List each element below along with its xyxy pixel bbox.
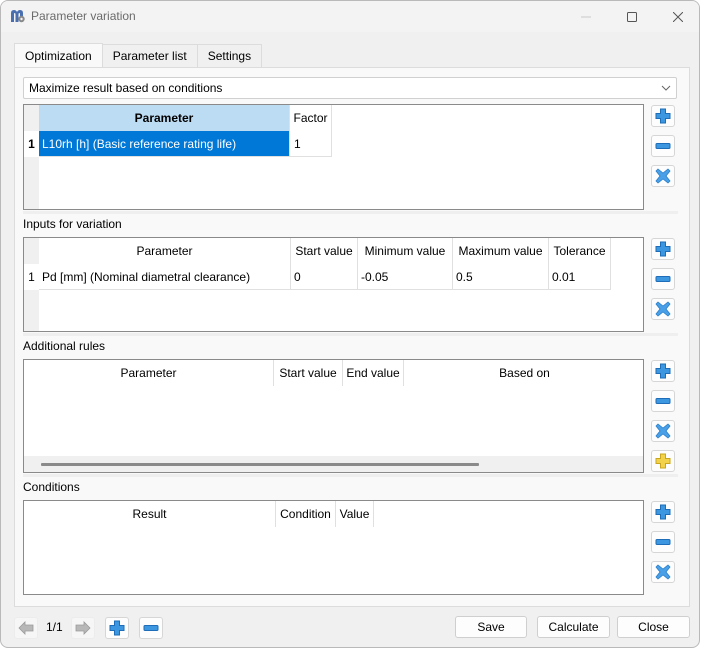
- conditions-table[interactable]: Result Condition Value: [23, 500, 644, 595]
- conditions-section-label: Conditions: [23, 480, 80, 494]
- remove-page-button[interactable]: [139, 617, 163, 639]
- previous-page-button[interactable]: [14, 617, 38, 639]
- column-header-parameter[interactable]: Parameter: [39, 238, 291, 264]
- table-cell-maximum-value[interactable]: 0.5: [453, 264, 549, 290]
- table-cell-start-value[interactable]: 0: [291, 264, 358, 290]
- tab-bar: Optimization Parameter list Settings: [14, 43, 263, 68]
- minus-icon: [655, 276, 671, 282]
- add-result-button[interactable]: [651, 105, 675, 127]
- x-icon: [655, 564, 671, 580]
- yellow-plus-icon: [655, 453, 671, 469]
- results-table[interactable]: Parameter Factor 1 L10rh [h] (Basic refe…: [23, 104, 644, 210]
- add-input-button[interactable]: [651, 238, 675, 260]
- tab-optimization[interactable]: Optimization: [14, 43, 103, 68]
- column-header-factor[interactable]: Factor: [290, 105, 332, 131]
- column-header-start-value[interactable]: Start value: [291, 238, 358, 264]
- row-header-strip: [24, 105, 39, 209]
- column-header-tolerance[interactable]: Tolerance: [549, 238, 611, 264]
- column-header-based-on[interactable]: Based on: [404, 360, 643, 386]
- mode-select-value: Maximize result based on conditions: [29, 81, 223, 95]
- inputs-section-label: Inputs for variation: [23, 217, 122, 231]
- plus-icon: [655, 504, 671, 520]
- tab-parameter-list[interactable]: Parameter list: [101, 44, 198, 67]
- minus-icon: [655, 143, 671, 149]
- row-number[interactable]: 1: [24, 264, 39, 290]
- arrow-right-icon: [75, 621, 91, 635]
- table-cell-parameter[interactable]: Pd [mm] (Nominal diametral clearance): [39, 264, 291, 290]
- column-header-parameter[interactable]: Parameter: [39, 105, 290, 131]
- save-button[interactable]: Save: [455, 616, 527, 638]
- row-number[interactable]: 1: [24, 131, 39, 157]
- minimize-button[interactable]: [563, 1, 609, 32]
- add-condition-button[interactable]: [651, 501, 675, 523]
- column-header-value[interactable]: Value: [336, 501, 374, 527]
- separator: [23, 211, 678, 214]
- remove-condition-button[interactable]: [651, 531, 675, 553]
- close-button[interactable]: Close: [617, 616, 690, 638]
- x-icon: [655, 168, 671, 184]
- chevron-down-icon: [661, 85, 671, 91]
- remove-rule-button[interactable]: [651, 390, 675, 412]
- title-bar[interactable]: Parameter variation: [1, 1, 699, 32]
- close-window-button[interactable]: [655, 1, 699, 32]
- x-icon: [655, 301, 671, 317]
- plus-icon: [655, 363, 671, 379]
- column-header-end-value[interactable]: End value: [343, 360, 404, 386]
- arrow-left-icon: [18, 621, 34, 635]
- add-page-button[interactable]: [105, 617, 129, 639]
- minus-icon: [655, 398, 671, 404]
- inputs-table[interactable]: Parameter Start value Minimum value Maxi…: [23, 237, 644, 332]
- column-header-result[interactable]: Result: [24, 501, 276, 527]
- minus-icon: [655, 539, 671, 545]
- tab-settings[interactable]: Settings: [196, 44, 263, 67]
- horizontal-scrollbar[interactable]: [24, 456, 643, 472]
- rules-section-label: Additional rules: [23, 339, 106, 353]
- plus-icon: [655, 108, 671, 124]
- window-title: Parameter variation: [31, 9, 136, 23]
- calculate-button[interactable]: Calculate: [537, 616, 610, 638]
- separator: [23, 474, 678, 477]
- close-icon: [673, 11, 683, 22]
- mode-select[interactable]: Maximize result based on conditions: [23, 77, 677, 99]
- table-cell-tolerance[interactable]: 0.01: [549, 264, 611, 290]
- table-cell-parameter[interactable]: L10rh [h] (Basic reference rating life): [39, 131, 290, 157]
- minus-icon: [143, 625, 159, 631]
- maximize-icon: [627, 11, 637, 22]
- next-page-button[interactable]: [71, 617, 95, 639]
- clear-conditions-button[interactable]: [651, 561, 675, 583]
- page-indicator: 1/1: [46, 620, 63, 634]
- clear-results-button[interactable]: [651, 165, 675, 187]
- column-header-start-value[interactable]: Start value: [274, 360, 343, 386]
- table-cell-factor[interactable]: 1: [290, 131, 332, 157]
- column-header-parameter[interactable]: Parameter: [24, 360, 274, 386]
- column-header-maximum-value[interactable]: Maximum value: [453, 238, 549, 264]
- plus-icon: [109, 620, 125, 636]
- column-header-condition[interactable]: Condition: [276, 501, 336, 527]
- rules-table[interactable]: Parameter Start value End value Based on: [23, 359, 644, 473]
- column-header-minimum-value[interactable]: Minimum value: [358, 238, 453, 264]
- remove-input-button[interactable]: [651, 268, 675, 290]
- clear-rules-button[interactable]: [651, 420, 675, 442]
- x-icon: [655, 423, 671, 439]
- separator: [23, 333, 678, 336]
- maximize-button[interactable]: [609, 1, 655, 32]
- plus-icon: [655, 241, 671, 257]
- minimize-icon: [581, 16, 591, 17]
- add-rule-button[interactable]: [651, 360, 675, 382]
- clear-inputs-button[interactable]: [651, 298, 675, 320]
- app-logo-icon: [11, 10, 25, 23]
- remove-result-button[interactable]: [651, 135, 675, 157]
- scrollbar-thumb[interactable]: [41, 463, 479, 466]
- table-cell-minimum-value[interactable]: -0.05: [358, 264, 453, 290]
- add-special-rule-button[interactable]: [651, 450, 675, 472]
